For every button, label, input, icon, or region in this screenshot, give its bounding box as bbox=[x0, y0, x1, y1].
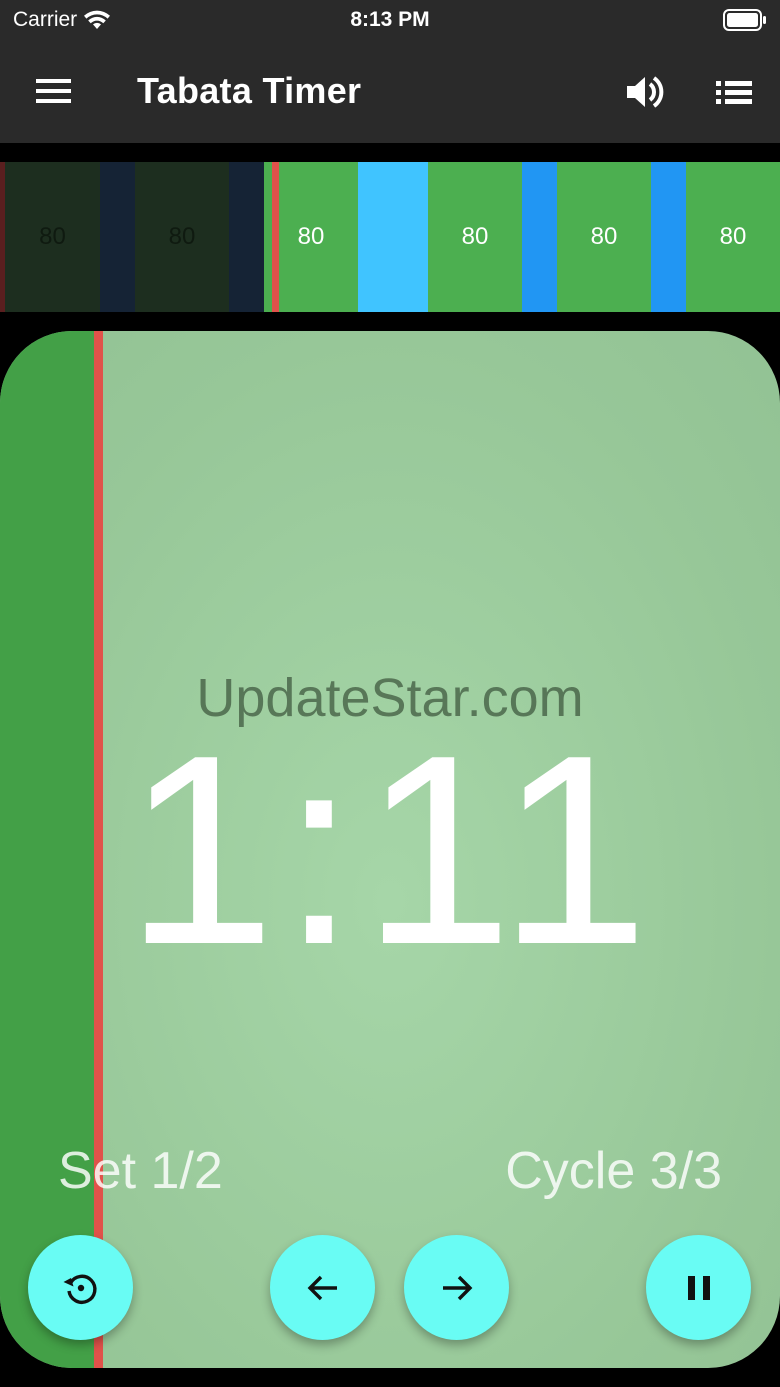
workout-list-button[interactable] bbox=[712, 72, 758, 112]
cycle-counter: Cycle 3/3 bbox=[505, 1142, 722, 1200]
sound-toggle-button[interactable] bbox=[620, 70, 670, 114]
timeline-segment-label: 80 bbox=[39, 223, 66, 250]
battery-icon bbox=[723, 9, 767, 37]
timeline-segment bbox=[100, 162, 135, 312]
arrow-left-icon bbox=[307, 1275, 337, 1300]
countdown-display: 1:11 bbox=[125, 700, 655, 1001]
timer-card: UpdateStar.com 1:11 Set 1/2 Cycle 3/3 bbox=[0, 331, 780, 1368]
timeline-segment bbox=[358, 162, 428, 312]
arrow-right-icon bbox=[442, 1275, 472, 1300]
pause-button[interactable] bbox=[646, 1235, 751, 1340]
timeline-segment-label: 80 bbox=[461, 223, 489, 250]
menu-button[interactable] bbox=[28, 71, 78, 111]
timeline-segment bbox=[522, 162, 557, 312]
reset-button[interactable] bbox=[28, 1235, 133, 1340]
timeline-segment-label: 80 bbox=[297, 223, 325, 250]
pause-icon bbox=[687, 1275, 710, 1300]
previous-button[interactable] bbox=[270, 1235, 375, 1340]
list-icon bbox=[716, 81, 752, 104]
restore-icon bbox=[63, 1274, 97, 1304]
workout-timeline[interactable]: 80 80 80 80 80 80 bbox=[0, 162, 780, 312]
timeline-segment-label: 80 bbox=[719, 223, 747, 250]
timeline-segment bbox=[229, 162, 264, 312]
timeline-segment bbox=[651, 162, 686, 312]
app-bar: Tabata Timer bbox=[0, 40, 780, 143]
menu-icon bbox=[36, 79, 71, 103]
next-button[interactable] bbox=[404, 1235, 509, 1340]
volume-up-icon bbox=[627, 76, 664, 108]
set-counter: Set 1/2 bbox=[58, 1142, 223, 1200]
status-bar: Carrier 8:13 PM bbox=[0, 0, 780, 40]
status-time: 8:13 PM bbox=[350, 8, 430, 31]
app-title: Tabata Timer bbox=[137, 70, 362, 111]
timeline-segment-label: 80 bbox=[590, 223, 618, 250]
timeline-segment-label: 80 bbox=[168, 223, 196, 250]
